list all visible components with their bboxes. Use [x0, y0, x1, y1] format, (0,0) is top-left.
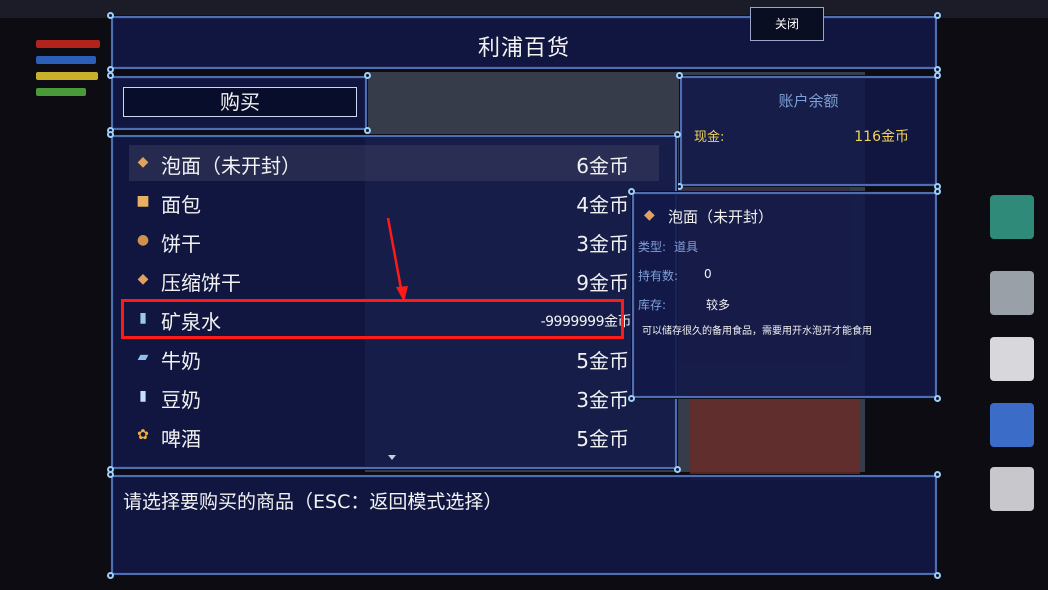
item-price: 5金币: [576, 349, 629, 373]
panel-corner: [674, 131, 681, 138]
hud-bar-yellow: [36, 72, 98, 80]
item-name: 豆奶: [161, 388, 201, 412]
detail-owned-value: 0: [704, 267, 712, 281]
paper-icon[interactable]: [990, 337, 1034, 381]
item-price: 3金币: [576, 232, 629, 256]
panel-corner: [934, 188, 941, 195]
close-button[interactable]: 关闭: [750, 7, 824, 41]
panel-corner: [107, 471, 114, 478]
buy-button[interactable]: 购买: [123, 87, 357, 117]
scroll-down-icon[interactable]: [388, 455, 396, 460]
background-character-apron: [690, 390, 860, 480]
item-detail-panel: ◆ 泡面（未开封） 类型: 道具 持有数: 0 库存: 较多 可以储存很久的备用…: [628, 188, 941, 402]
notebook-icon[interactable]: [990, 467, 1034, 511]
panel-corner: [107, 12, 114, 19]
item-price: 4金币: [576, 193, 629, 217]
milk-carton-icon: ▰: [137, 349, 149, 365]
detail-owned-label: 持有数:: [638, 269, 679, 283]
panel-corner: [107, 572, 114, 579]
command-panel: 购买: [107, 72, 371, 134]
panel-corner: [676, 72, 683, 79]
list-item[interactable]: ■ 面包 4金币: [129, 184, 659, 220]
item-name: 泡面（未开封）: [161, 154, 301, 178]
panel-corner: [934, 395, 941, 402]
list-item[interactable]: ● 饼干 3金币: [129, 223, 659, 259]
detail-type-label: 类型:: [638, 240, 667, 254]
soy-milk-bottle-icon: ▮: [139, 388, 147, 404]
list-item[interactable]: ▮ 豆奶 3金币: [129, 379, 659, 415]
list-item[interactable]: ✿ 啤酒 5金币: [129, 418, 659, 454]
noodle-box-icon: ◆: [644, 207, 655, 223]
hud-bar-blue: [36, 56, 96, 64]
item-name: 饼干: [161, 232, 201, 256]
detail-stock-label: 库存:: [638, 298, 667, 312]
panel-corner: [934, 572, 941, 579]
item-price: 6金币: [576, 154, 629, 178]
annotation-highlight-box: [121, 299, 624, 339]
panel-corner: [674, 466, 681, 473]
help-text: 请选择要购买的商品（ESC：返回模式选择）: [123, 491, 503, 513]
hud-status-bars: [28, 36, 108, 106]
hud-bar-red: [36, 40, 100, 48]
cash-label: 现金:: [694, 130, 725, 145]
item-name: 压缩饼干: [161, 271, 241, 295]
balance-panel: 账户余额 现金: 116金币: [676, 72, 941, 190]
compressed-biscuit-icon: ◆: [137, 271, 149, 287]
cookie-icon: ●: [136, 232, 150, 248]
panel-corner: [107, 131, 114, 138]
panel-corner: [934, 471, 941, 478]
item-name: 面包: [161, 193, 201, 217]
detail-stock-value: 较多: [706, 298, 731, 312]
detail-description: 可以储存很久的备用食品，需要用开水泡开才能食用: [642, 326, 872, 337]
bread-icon: ■: [136, 193, 150, 209]
detail-item-name: 泡面（未开封）: [668, 208, 774, 226]
balance-title: 账户余额: [778, 92, 839, 110]
list-item[interactable]: ◆ 压缩饼干 9金币: [129, 262, 659, 298]
list-item[interactable]: ▰ 牛奶 5金币: [129, 340, 659, 376]
item-name: 牛奶: [161, 349, 201, 373]
item-price: 5金币: [576, 427, 629, 451]
flag-icon[interactable]: [990, 195, 1034, 239]
magnifier-icon[interactable]: [990, 271, 1034, 315]
help-panel: 请选择要购买的商品（ESC：返回模式选择）: [107, 471, 941, 579]
beer-icon: ✿: [137, 427, 149, 443]
panel-corner: [364, 127, 371, 134]
hammer-icon[interactable]: [990, 403, 1034, 447]
item-price: 9金币: [576, 271, 629, 295]
panel-corner: [934, 72, 941, 79]
panel-corner: [364, 72, 371, 79]
panel-corner: [628, 188, 635, 195]
hud-bar-green: [36, 88, 86, 96]
panel-corner: [934, 12, 941, 19]
detail-type-value: 道具: [674, 240, 699, 254]
panel-corner: [628, 395, 635, 402]
item-price: 3金币: [576, 388, 629, 412]
cash-value: 116金币: [854, 129, 909, 145]
noodle-box-icon: ◆: [137, 154, 149, 170]
panel-corner: [676, 183, 683, 190]
panel-corner: [107, 72, 114, 79]
list-item[interactable]: ◆ 泡面（未开封） 6金币: [129, 145, 659, 181]
item-name: 啤酒: [161, 427, 201, 451]
